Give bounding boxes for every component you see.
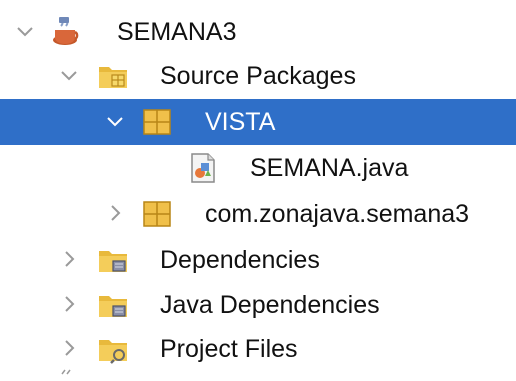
java-file-icon [191, 153, 215, 183]
tree-item-vista[interactable]: VISTA [0, 99, 516, 145]
dependencies-folder-icon [99, 251, 127, 272]
tree-item-dependencies[interactable]: Dependencies [0, 237, 516, 283]
chevron-down-icon[interactable] [103, 109, 127, 133]
chevron-down-icon[interactable] [13, 19, 37, 43]
tree-item-label: com.zonajava.semana3 [205, 200, 470, 228]
package-icon [143, 109, 171, 135]
tree-item-label: Source Packages [160, 62, 356, 90]
chevron-right-icon[interactable] [103, 201, 127, 225]
tree-item-source-packages[interactable]: Source Packages [0, 53, 516, 99]
chevron-right-icon[interactable] [57, 336, 81, 360]
chevron-down-icon[interactable] [57, 63, 81, 87]
tree-item-project-files[interactable]: Project Files [0, 326, 516, 372]
partial-icon [61, 369, 71, 375]
java-project-icon [53, 17, 79, 45]
tree-item-label: VISTA [205, 108, 276, 136]
package-icon [143, 201, 171, 227]
chevron-right-icon[interactable] [57, 292, 81, 316]
tree-item-label: Java Dependencies [160, 291, 380, 319]
tree-item-label: Project Files [160, 335, 298, 363]
source-folder-icon [99, 67, 127, 88]
tree-item-semana3[interactable]: SEMANA3 [0, 9, 516, 55]
dependencies-folder-icon [99, 296, 127, 317]
chevron-right-icon[interactable] [57, 247, 81, 271]
tree-item-semana-java[interactable]: SEMANA.java [0, 145, 516, 191]
tree-item-java-dependencies[interactable]: Java Dependencies [0, 282, 516, 328]
project-files-folder-icon [99, 340, 127, 364]
tree-item-label: SEMANA3 [117, 18, 237, 46]
tree-item-com-zonajava-semana3[interactable]: com.zonajava.semana3 [0, 191, 516, 237]
project-tree: SEMANA3 Source Packages VISTA SEMANA.jav… [0, 0, 516, 381]
tree-item-label: SEMANA.java [250, 154, 409, 182]
tree-item-label: Dependencies [160, 246, 320, 274]
